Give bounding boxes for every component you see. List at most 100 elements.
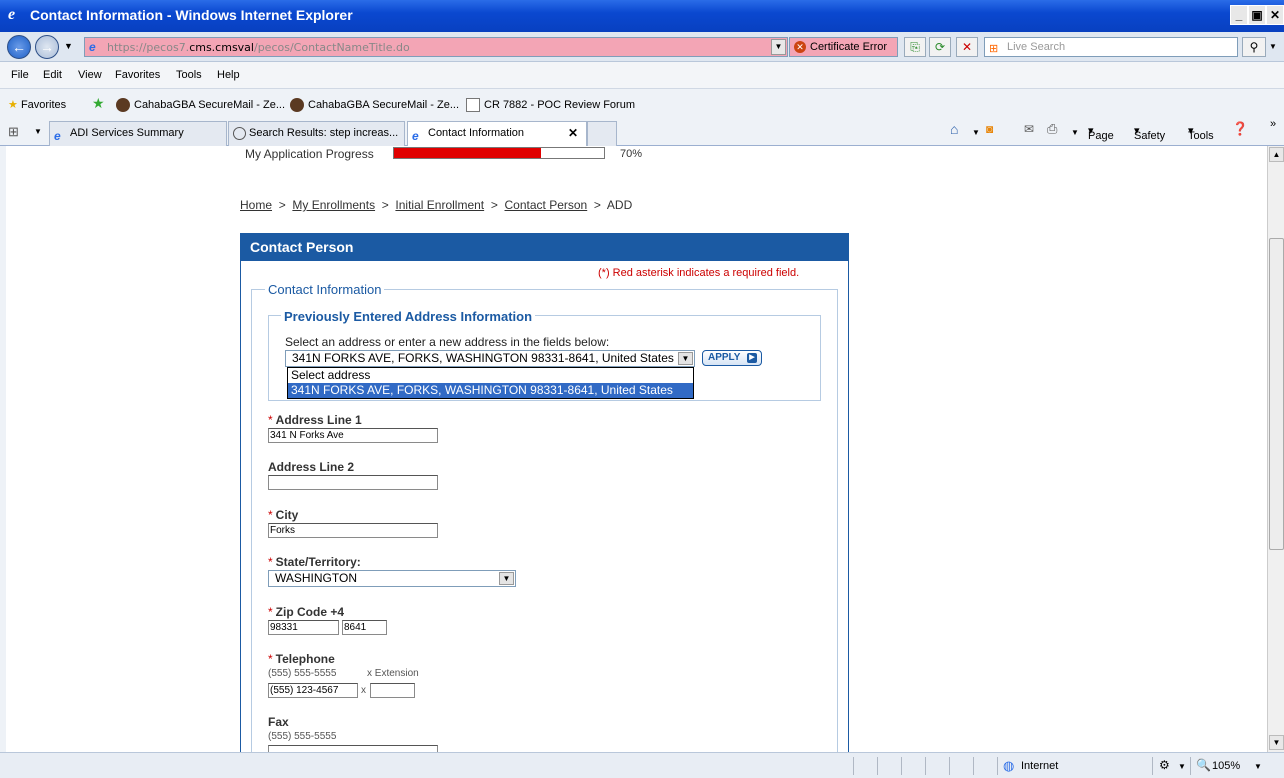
refresh-icon[interactable]: ⟳ (929, 37, 951, 57)
quick-tabs-icon[interactable]: ⊞ (8, 124, 19, 140)
search-results-tab-icon (233, 127, 246, 140)
favorite-link-3[interactable]: CR 7882 - POC Review Forum (466, 98, 635, 112)
forward-button[interactable]: → (35, 35, 59, 59)
live-search-input[interactable]: ⊞ Live Search (984, 37, 1238, 57)
menu-tools[interactable]: Tools (176, 69, 202, 81)
cahaba-icon (290, 98, 304, 112)
extension-input[interactable] (370, 683, 415, 698)
menu-file[interactable]: File (11, 69, 29, 81)
progress-fill (394, 148, 541, 158)
home-icon[interactable]: ⌂ (950, 121, 958, 137)
url-text: https://pecos7.cms.cmsval/pecos/ContactN… (107, 41, 410, 54)
telephone-input[interactable]: (555) 123-4567 (268, 683, 358, 698)
zip-plus4-input[interactable]: 8641 (342, 620, 387, 635)
tab-search-results[interactable]: Search Results: step increas... (228, 121, 405, 146)
compatibility-icon[interactable]: ⎘ (904, 37, 926, 57)
panel-title: Contact Person (240, 233, 849, 261)
close-tab-icon[interactable]: ✕ (568, 122, 578, 144)
scroll-down-icon[interactable]: ▼ (1269, 735, 1284, 750)
window-title: Contact Information - Windows Internet E… (30, 7, 353, 23)
close-button[interactable]: ✕ (1266, 5, 1284, 25)
favorite-link-2[interactable]: CahabaGBA SecureMail - Ze... (290, 98, 459, 112)
breadcrumb-my-enrollments[interactable]: My Enrollments (292, 198, 375, 212)
tab-contact-information[interactable]: e Contact Information ✕ (407, 121, 587, 146)
previous-address-select[interactable]: 341N FORKS AVE, FORKS, WASHINGTON 98331-… (285, 350, 695, 367)
page-ie-icon: e (89, 40, 96, 54)
breadcrumb: Home > My Enrollments > Initial Enrollme… (240, 198, 632, 212)
favorites-button[interactable]: ★ Favorites (8, 98, 66, 111)
stop-icon[interactable]: ✕ (956, 37, 978, 57)
dropdown-option-highlighted[interactable]: 341N FORKS AVE, FORKS, WASHINGTON 98331-… (288, 383, 693, 398)
favorite-link-1[interactable]: CahabaGBA SecureMail - Ze... (116, 98, 285, 112)
chevron-down-icon[interactable]: ▼ (499, 572, 514, 585)
url-dropdown-icon[interactable]: ▼ (771, 39, 786, 55)
safety-menu[interactable]: Safety ▾ (1134, 124, 1165, 142)
search-icon[interactable]: ⚲ (1242, 37, 1266, 57)
favorites-bar: ★ Favorites ★ CahabaGBA SecureMail - Ze.… (0, 88, 1284, 118)
search-options-icon[interactable]: ▼ (1269, 42, 1277, 51)
breadcrumb-current: ADD (606, 198, 633, 212)
back-button[interactable]: ← (7, 35, 31, 59)
required-field-note: (*) Red asterisk indicates a required fi… (598, 267, 800, 279)
print-icon[interactable]: ⎙ (1047, 121, 1057, 137)
breadcrumb-initial-enrollment[interactable]: Initial Enrollment (395, 198, 484, 212)
address-line2-input[interactable] (268, 475, 438, 490)
cert-error-label: Certificate Error (810, 41, 888, 53)
menu-edit[interactable]: Edit (43, 69, 62, 81)
read-mail-icon[interactable]: ✉ (1024, 122, 1034, 136)
zip-label: * Zip Code +4 (268, 605, 345, 619)
tab-list-icon[interactable]: ▼ (34, 127, 42, 136)
certificate-error-button[interactable]: ✕ Certificate Error (789, 37, 898, 57)
print-dropdown-icon[interactable]: ▼ (1071, 128, 1079, 137)
dropdown-option[interactable]: Select address (288, 368, 693, 383)
add-favorite-icon[interactable]: ★ (92, 95, 105, 112)
vertical-scrollbar[interactable]: ▲ ▼ (1267, 146, 1284, 752)
zoom-icon[interactable]: 🔍 (1196, 758, 1211, 772)
status-bar: ◍ Internet ⚙ ▼ 🔍 105% ▼ (0, 752, 1284, 778)
state-select[interactable]: WASHINGTON ▼ (268, 570, 516, 587)
city-input[interactable]: Forks (268, 523, 438, 538)
maximize-button[interactable]: ▣ (1248, 5, 1266, 25)
search-placeholder: Live Search (1007, 41, 1066, 53)
state-label: * State/Territory: (268, 555, 361, 569)
history-dropdown-icon[interactable]: ▼ (64, 41, 73, 51)
chevron-more-icon[interactable]: » (1270, 118, 1276, 130)
page-icon (466, 98, 480, 112)
minimize-button[interactable]: _ (1230, 5, 1248, 25)
feeds-icon[interactable]: ◙ (986, 122, 993, 136)
extension-x-label: x (361, 685, 366, 696)
contact-information-legend: Contact Information (265, 282, 385, 297)
menu-view[interactable]: View (78, 69, 102, 81)
menu-help[interactable]: Help (217, 69, 240, 81)
windows-logo-icon: ⊞ (989, 43, 999, 55)
zip-input[interactable]: 98331 (268, 620, 339, 635)
protected-mode-icon[interactable]: ⚙ (1159, 758, 1170, 772)
tools-menu[interactable]: Tools ▾ (1188, 124, 1214, 142)
breadcrumb-contact-person[interactable]: Contact Person (505, 198, 588, 212)
telephone-label: * Telephone (268, 652, 335, 666)
address-line2-label: Address Line 2 (268, 460, 355, 474)
address-dropdown-list[interactable]: Select address 341N FORKS AVE, FORKS, WA… (287, 367, 694, 399)
url-bar[interactable]: e https://pecos7.cms.cmsval/pecos/Contac… (84, 37, 788, 57)
fax-label: Fax (268, 715, 289, 729)
tab-adi-services[interactable]: e ADI Services Summary (49, 121, 227, 146)
address-line1-label: * Address Line 1 (268, 413, 362, 427)
apply-button[interactable]: APPLY ▶ (702, 350, 762, 366)
chevron-down-icon[interactable]: ▼ (678, 352, 693, 365)
address-instruction: Select an address or enter a new address… (285, 335, 610, 349)
zoom-level[interactable]: 105% (1212, 760, 1240, 772)
zoom-dropdown-icon[interactable]: ▼ (1254, 762, 1262, 771)
home-dropdown-icon[interactable]: ▼ (972, 128, 980, 137)
breadcrumb-home[interactable]: Home (240, 198, 272, 212)
page-menu[interactable]: Page ▾ (1088, 124, 1114, 142)
extension-hint: x Extension (367, 668, 419, 679)
fax-input[interactable] (268, 745, 438, 752)
scroll-thumb[interactable] (1269, 238, 1284, 550)
address-line1-input[interactable]: 341 N Forks Ave (268, 428, 438, 443)
protected-dropdown-icon[interactable]: ▼ (1178, 762, 1186, 771)
help-icon[interactable]: ❓ (1232, 121, 1248, 137)
scroll-up-icon[interactable]: ▲ (1269, 147, 1284, 162)
menu-favorites[interactable]: Favorites (115, 69, 160, 81)
new-tab-button[interactable] (587, 121, 617, 146)
fax-format-hint: (555) 555-5555 (268, 731, 337, 742)
